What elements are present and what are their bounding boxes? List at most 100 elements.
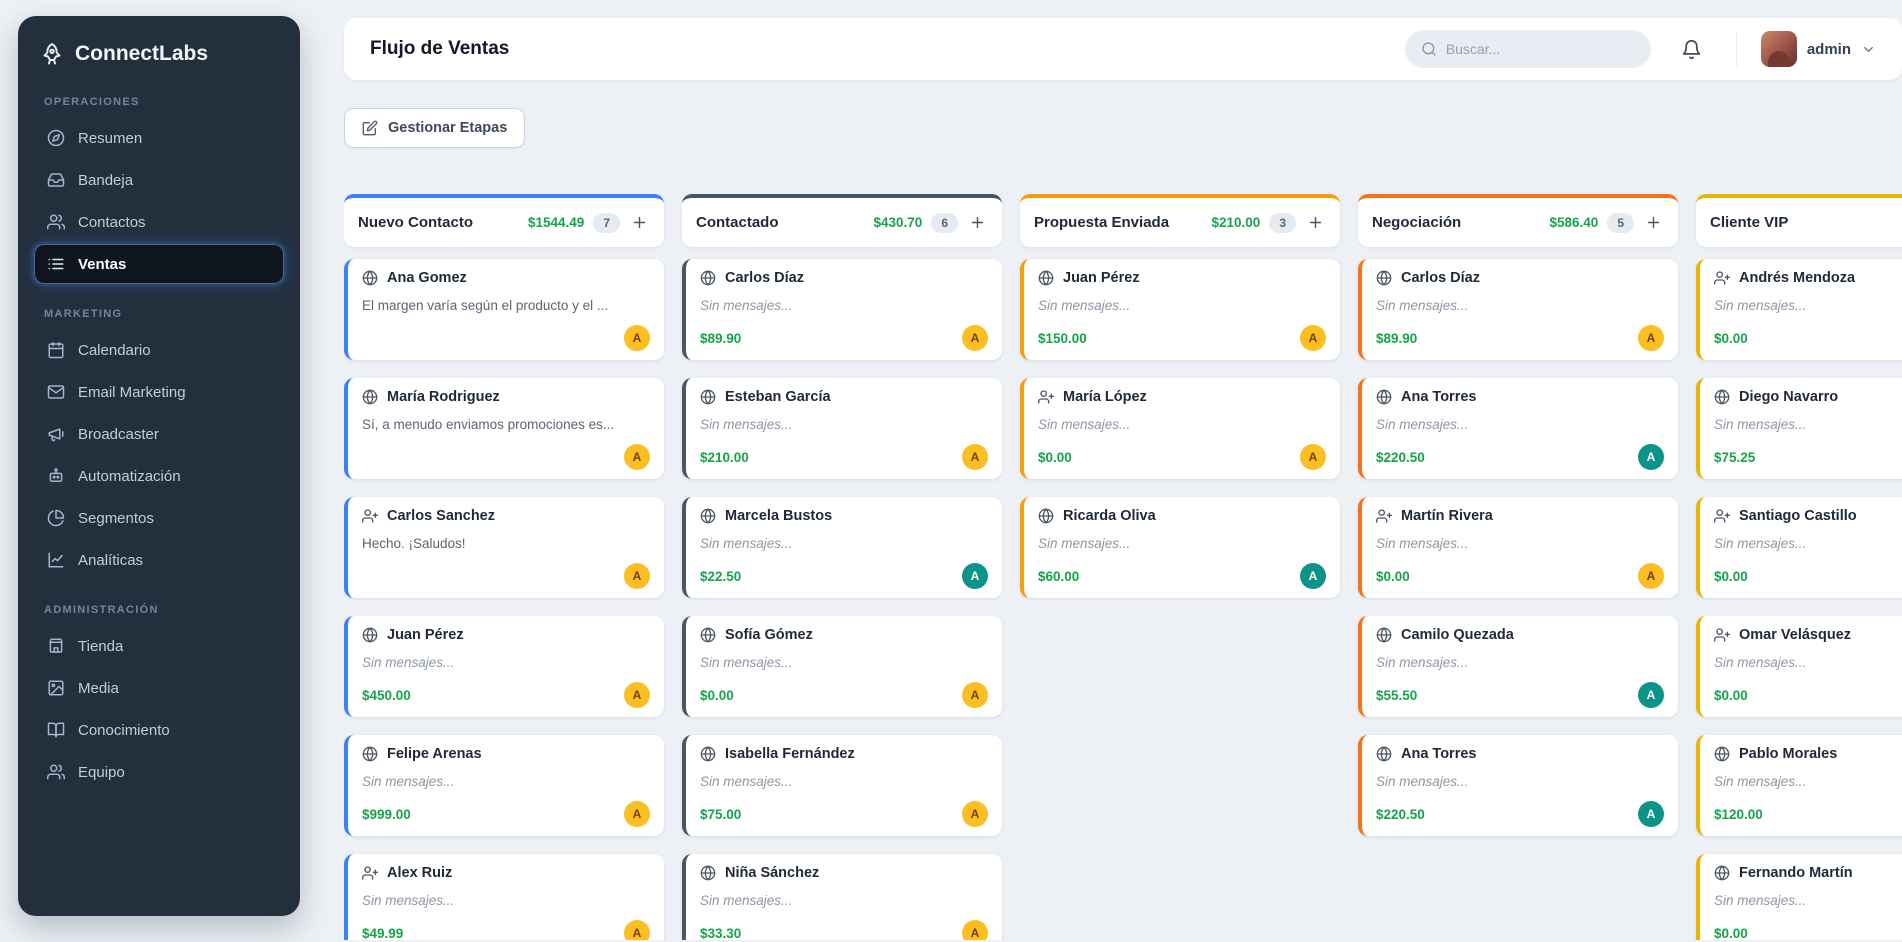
deal-card[interactable]: Ricarda OlivaSin mensajes...$60.00A (1020, 497, 1340, 598)
globe-icon (1376, 389, 1392, 405)
agent-badge: A (624, 325, 650, 351)
add-card-button[interactable] (967, 212, 988, 233)
page-title: Flujo de Ventas (370, 38, 509, 60)
deal-card[interactable]: Juan PérezSin mensajes...$150.00A (1020, 259, 1340, 360)
column-count-badge: 7 (593, 213, 620, 233)
deal-value: $89.90 (700, 331, 741, 346)
kanban-column-contactado: Contactado$430.706Carlos DíazSin mensaje… (682, 194, 1002, 940)
last-message: Sin mensajes... (700, 417, 988, 432)
contact-name: Esteban García (725, 389, 831, 405)
deal-value: $210.00 (700, 450, 749, 465)
sidebar-item-media[interactable]: Media (34, 668, 284, 708)
deal-card[interactable]: Sofía GómezSin mensajes...$0.00A (682, 616, 1002, 717)
deal-card[interactable]: Fernando MartínSin mensajes...$0.00A (1696, 854, 1902, 940)
deal-card[interactable]: Marcela BustosSin mensajes...$22.50A (682, 497, 1002, 598)
search-box[interactable] (1405, 30, 1651, 68)
deal-card[interactable]: Carlos SanchezHecho. ¡Saludos!A (344, 497, 664, 598)
deal-value: $55.50 (1376, 688, 1417, 703)
add-card-button[interactable] (1305, 212, 1326, 233)
add-card-button[interactable] (629, 212, 650, 233)
deal-card[interactable]: María LópezSin mensajes...$0.00A (1020, 378, 1340, 479)
last-message: Hecho. ¡Saludos! (362, 536, 650, 551)
sidebar-item-resumen[interactable]: Resumen (34, 118, 284, 158)
sidebar-item-segmentos[interactable]: Segmentos (34, 498, 284, 538)
notifications-button[interactable] (1681, 39, 1702, 60)
sidebar-item-calendario[interactable]: Calendario (34, 330, 284, 370)
agent-badge: A (1638, 563, 1664, 589)
deal-card[interactable]: Ana GomezEl margen varía según el produc… (344, 259, 664, 360)
sidebar-item-email-marketing[interactable]: Email Marketing (34, 372, 284, 412)
deal-card[interactable]: Santiago CastilloSin mensajes...$0.00A (1696, 497, 1902, 598)
deal-card[interactable]: Camilo QuezadaSin mensajes...$55.50A (1358, 616, 1678, 717)
sidebar-item-label: Media (78, 680, 119, 697)
contact-name: Carlos Díaz (725, 270, 804, 286)
sidebar-item-automatizacion[interactable]: Automatización (34, 456, 284, 496)
deal-card[interactable]: Carlos DíazSin mensajes...$89.90A (682, 259, 1002, 360)
deal-card[interactable]: Omar VelásquezSin mensajes...$0.00A (1696, 616, 1902, 717)
deal-card-footer: $210.00 A (700, 444, 988, 470)
inbox-icon (47, 171, 65, 189)
deal-card-footer: $89.90A (700, 325, 988, 351)
sidebar-item-tienda[interactable]: Tienda (34, 626, 284, 666)
deal-card[interactable]: Isabella FernándezSin mensajes...$75.00A (682, 735, 1002, 836)
deal-card[interactable]: Felipe ArenasSin mensajes...$999.00A (344, 735, 664, 836)
sidebar-item-label: Email Marketing (78, 384, 186, 401)
column-header: Nuevo Contacto$1544.497 (344, 194, 664, 247)
deal-value: $0.00 (700, 688, 734, 703)
globe-icon (1376, 270, 1392, 286)
contact-name: Fernando Martín (1739, 865, 1853, 881)
sidebar-item-analiticas[interactable]: Analíticas (34, 540, 284, 580)
column-count-badge: 5 (1607, 213, 1634, 233)
sidebar-item-ventas[interactable]: Ventas (34, 244, 284, 284)
kanban-board: Nuevo Contacto$1544.497 Ana GomezEl marge… (344, 194, 1902, 940)
deal-card[interactable]: Niña SánchezSin mensajes...$33.30A (682, 854, 1002, 940)
sidebar-item-equipo[interactable]: Equipo (34, 752, 284, 792)
agent-badge: A (962, 563, 988, 589)
deal-card[interactable]: Pablo MoralesSin mensajes...$120.00A (1696, 735, 1902, 836)
last-message: Sin mensajes... (1714, 774, 1902, 789)
manage-stages-button[interactable]: Gestionar Etapas (344, 108, 525, 148)
deal-card[interactable]: Andrés MendozaSin mensajes...$0.00A (1696, 259, 1902, 360)
user-menu[interactable]: admin (1761, 31, 1876, 67)
deal-card-header: Andrés Mendoza (1714, 270, 1902, 286)
contact-name: Pablo Morales (1739, 746, 1837, 762)
deal-card-header: Ricarda Oliva (1038, 508, 1326, 524)
deal-value: $220.50 (1376, 807, 1425, 822)
deal-card-footer: $0.00A (1714, 563, 1902, 589)
sidebar-item-conocimiento[interactable]: Conocimiento (34, 710, 284, 750)
deal-value: $22.50 (700, 569, 741, 584)
deal-card-header: Ana Torres (1376, 389, 1664, 405)
topbar: Flujo de Ventas admin (344, 18, 1902, 80)
contact-name: María Rodriguez (387, 389, 500, 405)
deal-card-header: Esteban García (700, 389, 988, 405)
deal-card[interactable]: Alex RuizSin mensajes...$49.99A (344, 854, 664, 940)
deal-card[interactable]: Diego NavarroSin mensajes...$75.25A (1696, 378, 1902, 479)
sidebar-item-broadcaster[interactable]: Broadcaster (34, 414, 284, 454)
agent-badge: A (624, 444, 650, 470)
add-card-button[interactable] (1643, 212, 1664, 233)
sidebar-item-contactos[interactable]: Contactos (34, 202, 284, 242)
sidebar-item-bandeja[interactable]: Bandeja (34, 160, 284, 200)
search-input[interactable] (1446, 41, 1635, 57)
last-message: Sin mensajes... (1038, 417, 1326, 432)
deal-card[interactable]: Esteban García Sin mensajes... $210.00 A (682, 378, 1002, 479)
deal-card[interactable]: Martín RiveraSin mensajes...$0.00A (1358, 497, 1678, 598)
agent-badge: A (962, 444, 988, 470)
column-cards: Juan PérezSin mensajes...$150.00A María L… (1020, 259, 1340, 598)
deal-card[interactable]: Ana TorresSin mensajes...$220.50A (1358, 735, 1678, 836)
column-name: Propuesta Enviada (1034, 214, 1169, 231)
sidebar-item-label: Broadcaster (78, 426, 159, 443)
deal-card-header: Omar Velásquez (1714, 627, 1902, 643)
deal-value: $999.00 (362, 807, 411, 822)
deal-card[interactable]: Juan PérezSin mensajes...$450.00A (344, 616, 664, 717)
deal-value: $0.00 (1714, 569, 1748, 584)
deal-card[interactable]: Ana TorresSin mensajes...$220.50A (1358, 378, 1678, 479)
globe-icon (1038, 270, 1054, 286)
deal-card[interactable]: Carlos DíazSin mensajes...$89.90A (1358, 259, 1678, 360)
deal-value: $75.00 (700, 807, 741, 822)
deal-card-header: Carlos Díaz (1376, 270, 1664, 286)
contact-name: Diego Navarro (1739, 389, 1838, 405)
last-message: Sin mensajes... (1714, 655, 1902, 670)
deal-card[interactable]: María RodriguezSí, a menudo enviamos pro… (344, 378, 664, 479)
last-message: Sin mensajes... (1714, 536, 1902, 551)
